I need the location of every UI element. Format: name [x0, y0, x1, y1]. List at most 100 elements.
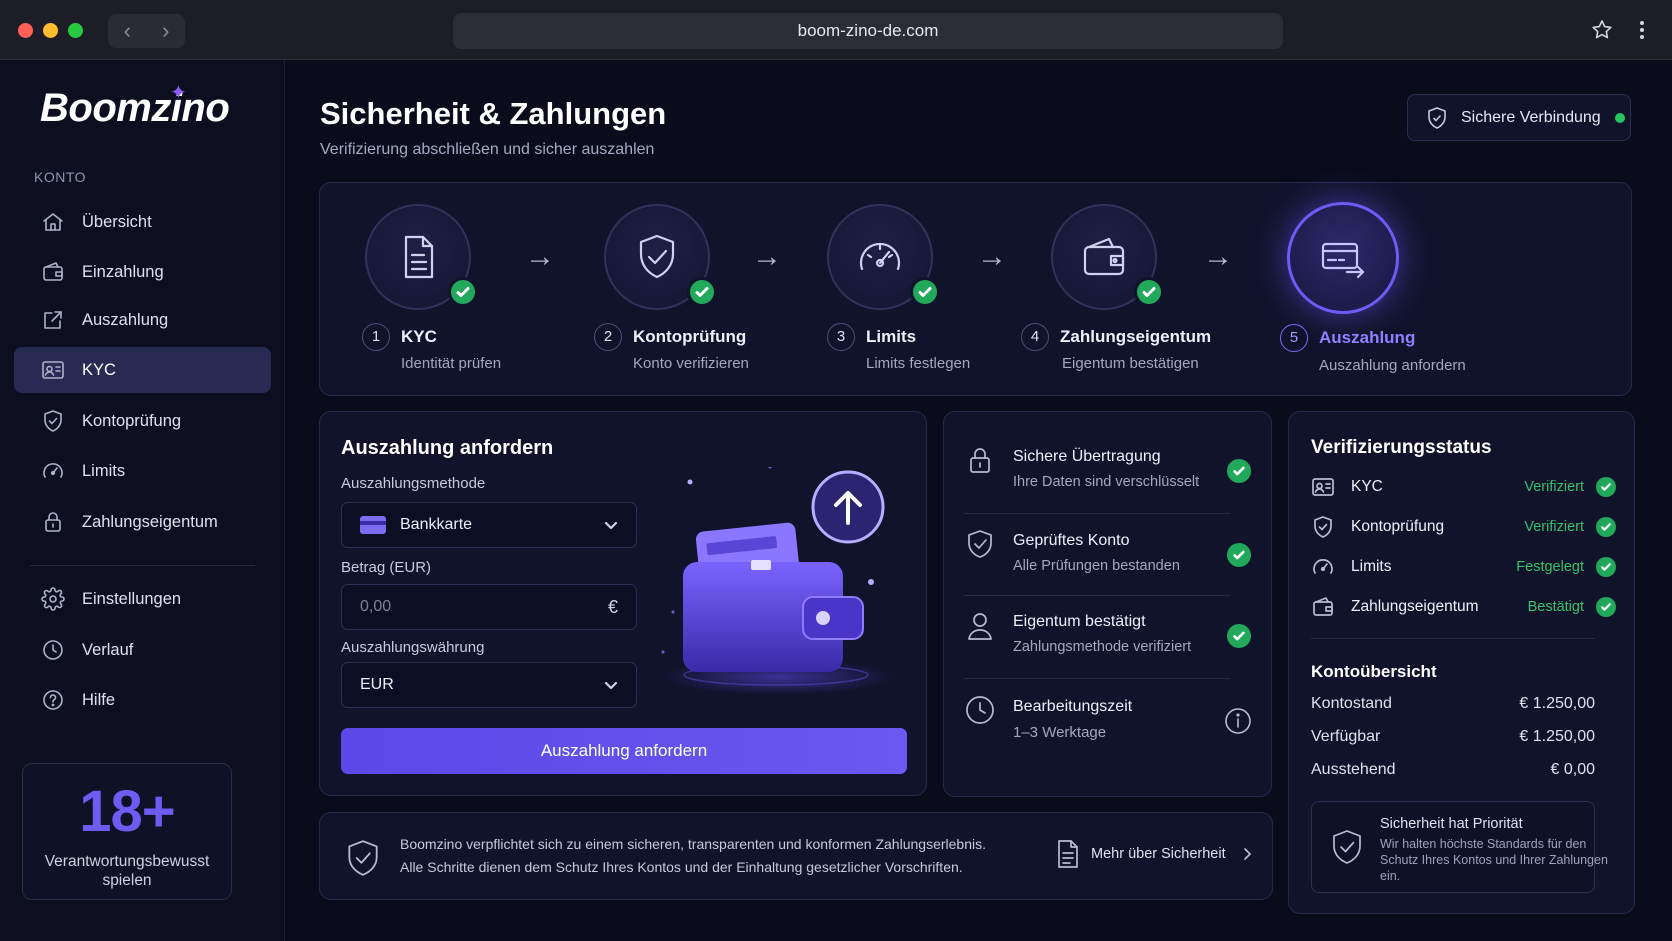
verification-status-card: Verifizierungsstatus KYC Verifiziert Kon…: [1288, 411, 1635, 914]
currency-label: Auszahlungswährung: [341, 639, 485, 656]
security-item-description: Ihre Daten sind verschlüsselt: [1013, 474, 1200, 490]
age-limit: 18+: [79, 779, 175, 844]
status-row-limits: Limits Festgelegt: [1311, 552, 1616, 582]
lock-icon: [40, 509, 66, 535]
step-3-number: 3: [827, 323, 855, 351]
security-features-card: Sichere Übertragung Ihre Daten sind vers…: [943, 411, 1272, 797]
sidebar-item-verlauf[interactable]: Verlauf: [14, 627, 271, 673]
status-value: Verifiziert: [1524, 519, 1584, 535]
shield-check-icon: [964, 528, 996, 560]
brand-logo[interactable]: Boomzino: [40, 86, 230, 131]
sidebar-item-einzahlung[interactable]: Einzahlung: [14, 249, 271, 295]
status-name: Zahlungseigentum: [1351, 598, 1479, 615]
step-arrow-icon: →: [752, 240, 782, 273]
security-item-description: Alle Prüfungen bestanden: [1013, 558, 1180, 574]
check-icon: [1596, 517, 1616, 537]
browser-window: ‹ › boom-zino-de.com Boomzino ✦ KONTO Üb…: [0, 0, 1672, 941]
step-2-label[interactable]: Kontoprüfung: [633, 327, 746, 347]
info-icon[interactable]: [1224, 707, 1252, 740]
step-5-circle[interactable]: [1287, 202, 1399, 314]
security-item-verified-account: Geprüftes Konto Alle Prüfungen bestanden: [944, 496, 1251, 580]
secure-connection-badge[interactable]: Sichere Verbindung: [1407, 94, 1631, 141]
security-item-processing-time: Bearbeitungszeit 1–3 Werktage: [944, 662, 1252, 746]
step-1-label[interactable]: KYC: [401, 327, 437, 347]
step-4-number: 4: [1021, 323, 1049, 351]
currency-select[interactable]: EUR: [341, 662, 637, 708]
payout-method-select[interactable]: Bankkarte: [341, 502, 637, 548]
step-1-description: Identität prüfen: [401, 355, 502, 372]
step-4-label[interactable]: Zahlungseigentum: [1060, 327, 1211, 347]
history-nav: ‹ ›: [108, 14, 185, 48]
step-3-description: Limits festlegen: [866, 355, 971, 372]
overview-row-pending: Ausstehend € 0,00: [1311, 761, 1595, 779]
step-5-label[interactable]: Auszahlung: [1319, 328, 1415, 348]
amount-label: Betrag (EUR): [341, 559, 432, 576]
sidebar-item-einstellungen[interactable]: Einstellungen: [14, 576, 271, 622]
amount-placeholder: 0,00: [360, 598, 392, 615]
overview-label: Kontostand: [1311, 695, 1392, 712]
status-name: Limits: [1351, 558, 1392, 575]
page-subtitle: Verifizierung abschließen und sicher aus…: [320, 141, 655, 158]
security-item-title: Sichere Übertragung: [1013, 448, 1161, 465]
security-priority-notice: Sicherheit hat Priorität Wir halten höch…: [1311, 801, 1608, 893]
clock-icon: [40, 637, 66, 663]
chevron-down-icon: [602, 676, 620, 694]
document-icon: [404, 235, 434, 279]
sidebar-item-limits[interactable]: Limits: [14, 448, 271, 494]
sidebar-item-auszahlung[interactable]: Auszahlung: [14, 297, 271, 343]
status-name: Kontoprüfung: [1351, 518, 1445, 535]
user-icon: [964, 610, 996, 642]
shield-check-icon: [1428, 106, 1446, 129]
security-item-title: Eigentum bestätigt: [1013, 613, 1146, 630]
more-about-security-link[interactable]: Mehr über Sicherheit: [1055, 839, 1256, 869]
overview-label: Ausstehend: [1311, 761, 1396, 778]
secure-connection-label: Sichere Verbindung: [1461, 108, 1601, 126]
sidebar-item-hilfe[interactable]: Hilfe: [14, 677, 271, 723]
gauge-icon: [40, 458, 66, 484]
divider: [1311, 638, 1595, 639]
sidebar-item-uebersicht[interactable]: Übersicht: [14, 199, 271, 245]
sidebar-item-label: Auszahlung: [82, 310, 169, 329]
minimize-window-button[interactable]: [43, 23, 58, 38]
overview-value: € 1.250,00: [1519, 695, 1595, 712]
withdraw-form-title: Auszahlung anfordern: [341, 437, 554, 459]
sidebar-item-zahlungseigentum[interactable]: Zahlungseigentum: [14, 499, 271, 545]
sidebar-item-kyc[interactable]: KYC: [14, 347, 271, 393]
sidebar-item-kontopruefung[interactable]: Kontoprüfung: [14, 398, 271, 444]
more-vertical-icon[interactable]: [1638, 18, 1646, 47]
request-payout-button[interactable]: Auszahlung anfordern: [341, 728, 907, 774]
responsible-gaming-text: Verantwortungsbewusst spielen: [44, 853, 210, 889]
card-transfer-icon: [1321, 242, 1365, 279]
address-bar[interactable]: boom-zino-de.com: [453, 13, 1283, 49]
step-1-check-icon: [448, 277, 478, 307]
wallet-icon: [1311, 595, 1335, 619]
help-icon: [40, 687, 66, 713]
euro-symbol: €: [607, 597, 618, 617]
shield-check-icon: [345, 838, 381, 883]
maximize-window-button[interactable]: [68, 23, 83, 38]
back-button[interactable]: ‹: [124, 20, 131, 42]
home-icon: [40, 209, 66, 235]
wallet-illustration: [661, 467, 893, 695]
sidebar-section-label: KONTO: [34, 169, 87, 185]
more-about-security-label: Mehr über Sicherheit: [1091, 846, 1226, 862]
verification-title: Verifizierungsstatus: [1311, 437, 1492, 458]
step-arrow-icon: →: [1203, 240, 1233, 273]
step-3-label[interactable]: Limits: [866, 327, 916, 347]
star-icon[interactable]: [1590, 18, 1614, 47]
compliance-text: Boomzino verpflichtet sich zu einem sich…: [400, 833, 986, 879]
forward-button[interactable]: ›: [162, 20, 169, 42]
shield-check-icon: [1330, 828, 1364, 866]
close-window-button[interactable]: [18, 23, 33, 38]
responsible-gaming-badge[interactable]: 18+ Verantwortungsbewusst spielen: [22, 763, 232, 900]
withdraw-form-card: Auszahlung anfordern Auszahlungsmethode …: [319, 411, 927, 796]
sidebar-item-label: Einzahlung: [82, 262, 164, 281]
check-icon: [1596, 597, 1616, 617]
sidebar-item-label: Einstellungen: [82, 589, 182, 608]
sidebar: Boomzino ✦ KONTO Übersicht Einzahlung Au…: [0, 60, 285, 941]
amount-input[interactable]: 0,00 €: [341, 584, 637, 630]
gauge-icon: [859, 242, 901, 271]
security-item-title: Bearbeitungszeit: [1013, 698, 1133, 715]
method-label: Auszahlungsmethode: [341, 475, 486, 492]
chevron-right-icon: [1243, 848, 1251, 860]
